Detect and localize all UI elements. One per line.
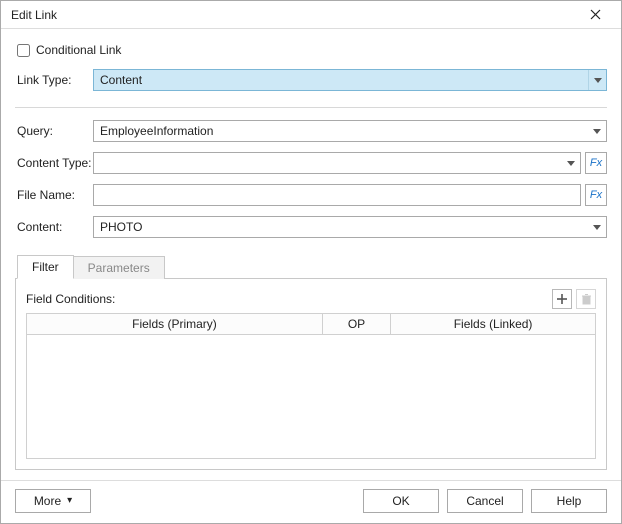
help-button[interactable]: Help (531, 489, 607, 513)
file-name-fx-button[interactable]: Fx (585, 184, 607, 206)
content-type-fx-button[interactable]: Fx (585, 152, 607, 174)
file-name-input[interactable] (93, 184, 581, 206)
table-header-row: Fields (Primary) OP Fields (Linked) (27, 314, 596, 335)
dialog-body: Conditional Link Link Type: Content Quer… (1, 29, 621, 480)
content-value: PHOTO (100, 220, 142, 234)
col-fields-linked: Fields (Linked) (391, 314, 596, 335)
tab-filter[interactable]: Filter (17, 255, 74, 279)
tab-parameters[interactable]: Parameters (73, 256, 165, 279)
filter-panel: Field Conditions: Fields (Primary) OP Fi… (15, 278, 607, 470)
tab-strip: Filter Parameters (15, 255, 607, 279)
close-icon (590, 9, 601, 20)
separator (15, 107, 607, 108)
chevron-down-icon (588, 217, 606, 237)
link-type-dropdown[interactable]: Content (93, 69, 607, 91)
content-type-label: Content Type: (15, 156, 93, 170)
chevron-down-icon: ▾ (67, 496, 72, 506)
button-bar: More ▾ OK Cancel Help (1, 480, 621, 523)
file-name-label: File Name: (15, 188, 93, 202)
col-fields-primary: Fields (Primary) (27, 314, 323, 335)
trash-icon (581, 293, 592, 305)
query-value: EmployeeInformation (100, 124, 213, 138)
content-type-dropdown[interactable] (93, 152, 581, 174)
link-type-row: Link Type: Content (15, 69, 607, 91)
more-label: More (34, 494, 61, 508)
conditional-link-checkbox[interactable]: Conditional Link (17, 43, 607, 57)
query-row: Query: EmployeeInformation (15, 120, 607, 142)
file-name-row: File Name: Fx (15, 184, 607, 206)
field-conditions-grid-body[interactable] (26, 335, 596, 459)
chevron-down-icon (588, 70, 606, 90)
col-op: OP (322, 314, 390, 335)
link-type-label: Link Type: (15, 73, 93, 87)
chevron-down-icon (562, 153, 580, 173)
query-label: Query: (15, 124, 93, 138)
content-dropdown[interactable]: PHOTO (93, 216, 607, 238)
plus-icon (556, 293, 568, 305)
field-conditions-table: Fields (Primary) OP Fields (Linked) (26, 313, 596, 335)
conditional-link-label: Conditional Link (36, 43, 121, 57)
field-conditions-label: Field Conditions: (26, 292, 548, 306)
titlebar: Edit Link (1, 1, 621, 29)
cancel-button[interactable]: Cancel (447, 489, 523, 513)
add-condition-button[interactable] (552, 289, 572, 309)
query-dropdown[interactable]: EmployeeInformation (93, 120, 607, 142)
link-type-value: Content (100, 73, 142, 87)
close-button[interactable] (577, 4, 613, 26)
chevron-down-icon (588, 121, 606, 141)
field-conditions-header: Field Conditions: (26, 289, 596, 309)
content-type-row: Content Type: Fx (15, 152, 607, 174)
content-row: Content: PHOTO (15, 216, 607, 238)
conditional-link-input[interactable] (17, 44, 30, 57)
delete-condition-button (576, 289, 596, 309)
window-title: Edit Link (11, 8, 577, 22)
more-button[interactable]: More ▾ (15, 489, 91, 513)
ok-button[interactable]: OK (363, 489, 439, 513)
content-label: Content: (15, 220, 93, 234)
